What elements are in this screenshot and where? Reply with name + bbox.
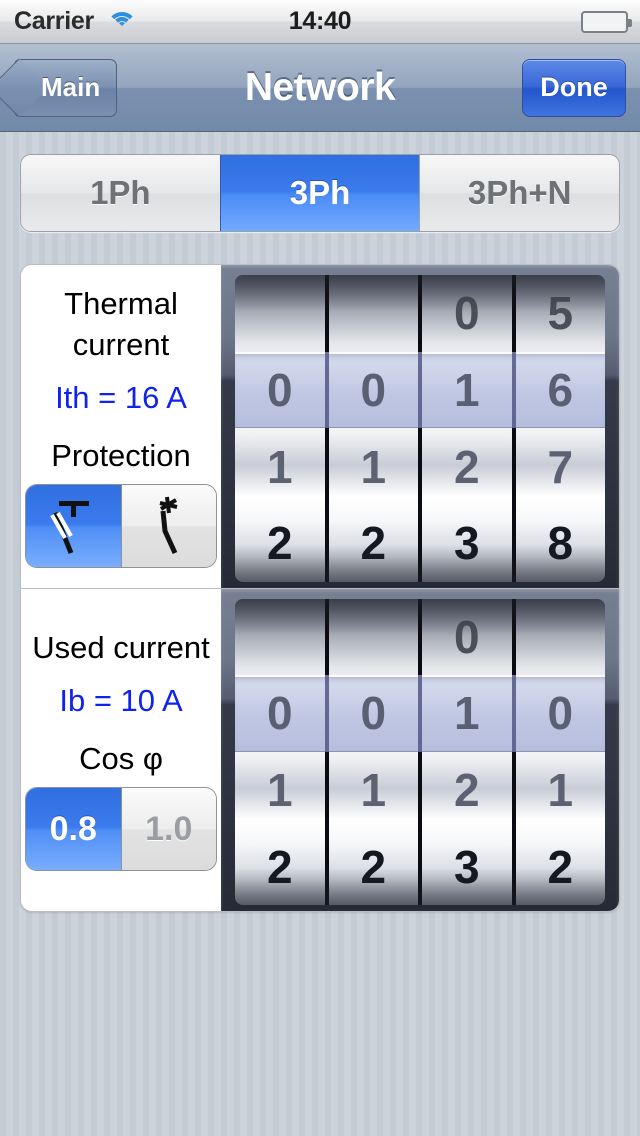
done-button-label: Done	[540, 72, 608, 102]
earth-fuse-protection-icon	[50, 501, 90, 555]
clock-label: 14:40	[288, 7, 352, 35]
segment-1ph-label: 1Ph	[90, 174, 151, 211]
protection-label: Protection	[51, 438, 191, 474]
protection-option-earth-fuse[interactable]	[26, 485, 121, 568]
wheel-value-below2: 3	[453, 840, 480, 893]
cos-phi-option-1-0[interactable]: 1.0	[120, 788, 216, 871]
done-button[interactable]: Done	[522, 58, 626, 117]
used-current-row: Used current Ib = 10 A Cos φ 0.8 1.0 1 2	[21, 587, 619, 911]
cos-phi-label: Cos φ	[79, 741, 163, 777]
thermal-current-info: Thermal current Ith = 16 A Protection	[21, 265, 221, 588]
wheel-value-above	[516, 599, 606, 676]
thermal-current-picker[interactable]: 1 2 1 2 0 2 3 5 7 8 0 0 1 6	[221, 265, 619, 588]
wheel-value-below2: 8	[547, 517, 574, 570]
segment-3ph-label: 3Ph	[289, 174, 351, 211]
wheel-value-below2: 3	[453, 517, 480, 570]
thermal-wheel-column-3[interactable]: 0 2 3	[418, 275, 512, 582]
thermal-wheel-column-2[interactable]: 1 2	[324, 275, 419, 582]
back-button-label: Main	[41, 72, 101, 102]
thermal-current-title-line1: Thermal	[64, 286, 178, 322]
wheel-value-above: 0	[453, 610, 480, 663]
settings-card: Thermal current Ith = 16 A Protection 1 …	[20, 264, 620, 912]
thermal-current-title: Thermal current	[64, 284, 178, 366]
protection-option-arc-fuse[interactable]	[120, 485, 216, 568]
used-wheel-column-1[interactable]: 1 2	[235, 598, 325, 905]
wheel-value-below1: 1	[266, 764, 293, 817]
cos-phi-option-1-0-label: 1.0	[145, 809, 193, 848]
thermal-current-title-line2: current	[72, 327, 170, 363]
protection-toggle[interactable]	[25, 484, 217, 569]
wheel-value-below1: 1	[547, 764, 574, 817]
wheel-value-below1: 1	[360, 440, 387, 493]
wheel-value-below1: 7	[547, 440, 574, 493]
wheel-value-below1: 1	[360, 764, 387, 817]
battery-full-icon	[581, 11, 632, 33]
used-current-picker[interactable]: 1 2 1 2 0 2 3 1 2 0 0 1 0	[221, 588, 619, 911]
wheel-value-below1: 2	[453, 764, 480, 817]
wheel-value-above: 0	[453, 287, 480, 340]
segment-3ph[interactable]: 3Ph	[219, 155, 420, 231]
back-button[interactable]: Main	[0, 57, 118, 118]
used-current-info: Used current Ib = 10 A Cos φ 0.8 1.0	[21, 588, 221, 911]
cos-phi-option-0-8-label: 0.8	[49, 809, 97, 848]
wheel-value-below2: 2	[547, 840, 574, 893]
wheel-value-below2: 2	[266, 840, 293, 893]
wheel-value-below2: 2	[360, 517, 387, 570]
used-current-wheels[interactable]: 1 2 1 2 0 2 3 1 2 0 0 1 0	[235, 598, 606, 905]
network-type-segmented-control[interactable]: 1Ph 3Ph 3Ph+N	[20, 154, 620, 232]
wheel-value-above	[329, 599, 419, 676]
wheel-value-below1: 1	[266, 440, 293, 493]
cos-phi-toggle[interactable]: 0.8 1.0	[25, 787, 217, 872]
thermal-wheel-column-4[interactable]: 5 7 8	[511, 275, 605, 582]
segment-1ph[interactable]: 1Ph	[21, 155, 220, 231]
wheel-value-above	[329, 275, 419, 352]
arc-fuse-protection-icon	[159, 496, 178, 555]
used-wheel-column-4[interactable]: 1 2	[511, 598, 606, 905]
wheel-value-below1: 2	[453, 440, 480, 493]
thermal-wheel-column-1[interactable]: 1 2	[235, 275, 325, 582]
thermal-current-row: Thermal current Ith = 16 A Protection 1 …	[21, 265, 619, 588]
used-current-title: Used current	[32, 630, 210, 666]
wheel-value-above	[235, 599, 325, 676]
wheel-value-above	[235, 275, 325, 352]
wheel-value-below2: 2	[360, 840, 387, 893]
used-wheel-column-2[interactable]: 1 2	[324, 598, 419, 905]
thermal-current-value: Ith = 16 A	[55, 380, 187, 416]
segment-3ph-n-label: 3Ph+N	[467, 174, 572, 211]
segment-3ph-n[interactable]: 3Ph+N	[419, 155, 619, 231]
thermal-current-wheels[interactable]: 1 2 1 2 0 2 3 5 7 8 0 0 1 6	[235, 275, 605, 582]
cos-phi-option-0-8[interactable]: 0.8	[26, 788, 121, 871]
used-current-value: Ib = 10 A	[59, 683, 183, 719]
navigation-bar: Main Network Done	[0, 44, 640, 132]
wheel-value-below2: 2	[266, 517, 293, 570]
network-type-section: 1Ph 3Ph 3Ph+N	[0, 132, 640, 232]
wheel-value-above: 5	[547, 287, 574, 340]
status-bar: Carrier 14:40	[0, 0, 640, 44]
used-wheel-column-3[interactable]: 0 2 3	[418, 598, 512, 905]
